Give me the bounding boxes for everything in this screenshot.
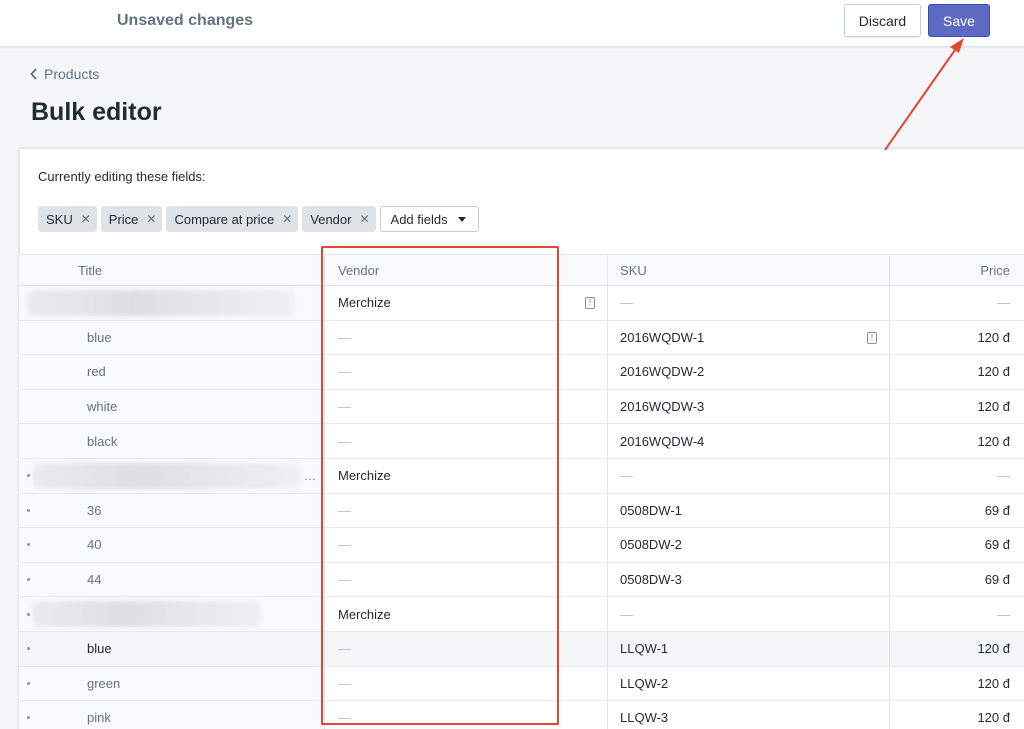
variant-title-text: pink bbox=[87, 710, 111, 726]
field-tag-price: Price ✕ bbox=[100, 206, 163, 232]
sku-cell[interactable]: 0508DW-2 bbox=[608, 528, 890, 562]
sku-cell[interactable]: LLQW-3 bbox=[608, 701, 890, 729]
save-button[interactable]: Save bbox=[928, 4, 990, 37]
price-cell[interactable]: 69 đ bbox=[890, 494, 1024, 528]
variant-title: red bbox=[19, 355, 325, 389]
product-title-cell: … bbox=[19, 458, 325, 493]
caret-down-icon bbox=[457, 216, 466, 222]
price-cell[interactable]: 120 đ bbox=[890, 701, 1024, 729]
breadcrumb-products-link[interactable]: Products bbox=[44, 66, 99, 82]
row-dot bbox=[27, 647, 30, 651]
top-bar: Unsaved changes Discard Save bbox=[0, 0, 1024, 47]
row-dot bbox=[27, 508, 30, 512]
unsaved-changes-label: Unsaved changes bbox=[117, 12, 254, 29]
price-cell[interactable]: 120 đ bbox=[890, 321, 1024, 355]
price-cell[interactable]: 120 đ bbox=[890, 424, 1024, 458]
field-tag-vendor: Vendor ✕ bbox=[302, 206, 376, 232]
price-cell[interactable]: — bbox=[890, 286, 1024, 320]
warning-icon[interactable]: ! bbox=[867, 331, 877, 344]
sku-cell[interactable]: LLQW-2 bbox=[608, 666, 890, 701]
variant-title-text: 40 bbox=[87, 537, 102, 553]
blurred-product-title bbox=[27, 290, 295, 316]
variant-title: blue bbox=[19, 631, 325, 666]
price-cell[interactable]: — bbox=[890, 597, 1024, 631]
title-ellipsis: … bbox=[304, 468, 316, 483]
row-dot bbox=[27, 543, 30, 547]
blurred-product-title bbox=[33, 601, 261, 628]
variant-title: 40 bbox=[19, 528, 325, 562]
page-title: Bulk editor bbox=[31, 98, 162, 126]
price-cell[interactable]: 120 đ bbox=[890, 631, 1024, 666]
row-dot bbox=[27, 474, 30, 478]
sku-cell[interactable]: — bbox=[608, 597, 890, 631]
row-dot bbox=[27, 578, 30, 582]
sku-cell[interactable]: 2016WQDW-3 bbox=[608, 389, 890, 424]
variant-title: 36 bbox=[19, 493, 325, 528]
product-title-cell bbox=[19, 286, 325, 320]
row-dot bbox=[27, 612, 30, 616]
variant-title: green bbox=[19, 666, 325, 701]
price-cell[interactable]: 120 đ bbox=[890, 667, 1024, 701]
product-title-cell bbox=[19, 597, 325, 631]
breadcrumb[interactable]: Products bbox=[30, 66, 99, 82]
sku-cell[interactable]: 0508DW-3 bbox=[608, 562, 890, 597]
sku-cell[interactable]: 2016WQDW-4 bbox=[608, 424, 890, 458]
chevron-left-icon bbox=[30, 68, 37, 80]
header-sku: SKU bbox=[608, 255, 890, 285]
variant-title-text: 36 bbox=[87, 502, 102, 518]
sku-cell[interactable]: — bbox=[608, 286, 890, 320]
variant-title: pink bbox=[19, 701, 325, 729]
sku-cell[interactable]: LLQW-1 bbox=[608, 631, 890, 666]
row-dot bbox=[27, 716, 30, 720]
sku-cell[interactable]: 2016WQDW-2 bbox=[608, 355, 890, 389]
variant-title-text: 44 bbox=[87, 572, 102, 588]
field-tag-compare-at-price: Compare at price ✕ bbox=[166, 206, 299, 232]
variant-title: black bbox=[19, 424, 325, 458]
editing-fields-tags: SKU ✕ Price ✕ Compare at price ✕ Vendor … bbox=[38, 206, 479, 232]
field-tag-sku: SKU ✕ bbox=[38, 206, 97, 232]
price-cell[interactable]: 120 đ bbox=[890, 390, 1024, 424]
editing-fields-label: Currently editing these fields: bbox=[38, 169, 206, 184]
sku-cell[interactable]: 2016WQDW-1 ! bbox=[608, 320, 890, 355]
variant-title-text: blue bbox=[87, 641, 112, 657]
header-title: Title bbox=[19, 255, 325, 285]
close-icon[interactable]: ✕ bbox=[359, 212, 369, 226]
close-icon[interactable]: ✕ bbox=[282, 212, 292, 226]
field-tag-label: Price bbox=[108, 211, 139, 227]
field-tag-label: Compare at price bbox=[174, 211, 275, 227]
field-tag-label: Vendor bbox=[310, 211, 352, 227]
warning-icon[interactable]: ! bbox=[585, 297, 595, 309]
field-tag-label: SKU bbox=[46, 211, 73, 227]
close-icon[interactable]: ✕ bbox=[146, 212, 156, 226]
close-icon[interactable]: ✕ bbox=[81, 212, 91, 226]
variant-title: 44 bbox=[19, 562, 325, 597]
discard-button[interactable]: Discard bbox=[844, 4, 921, 37]
sku-cell[interactable]: 0508DW-1 bbox=[608, 493, 890, 528]
sku-cell[interactable]: — bbox=[608, 458, 890, 493]
price-cell[interactable]: 69 đ bbox=[890, 528, 1024, 562]
variant-title-text: green bbox=[87, 675, 121, 691]
add-fields-button[interactable]: Add fields bbox=[379, 206, 479, 232]
variant-title: blue bbox=[19, 320, 325, 355]
price-cell[interactable]: — bbox=[890, 459, 1024, 493]
price-cell[interactable]: 69 đ bbox=[890, 563, 1024, 597]
sku-value: 2016WQDW-1 bbox=[620, 329, 705, 345]
add-fields-label: Add fields bbox=[390, 211, 448, 227]
blurred-product-title bbox=[33, 462, 301, 489]
header-price: Price bbox=[980, 262, 1010, 278]
price-cell[interactable]: 120 đ bbox=[890, 355, 1024, 389]
row-dot bbox=[27, 681, 30, 685]
variant-title: white bbox=[19, 389, 325, 424]
vendor-column-highlight-box bbox=[321, 246, 559, 725]
